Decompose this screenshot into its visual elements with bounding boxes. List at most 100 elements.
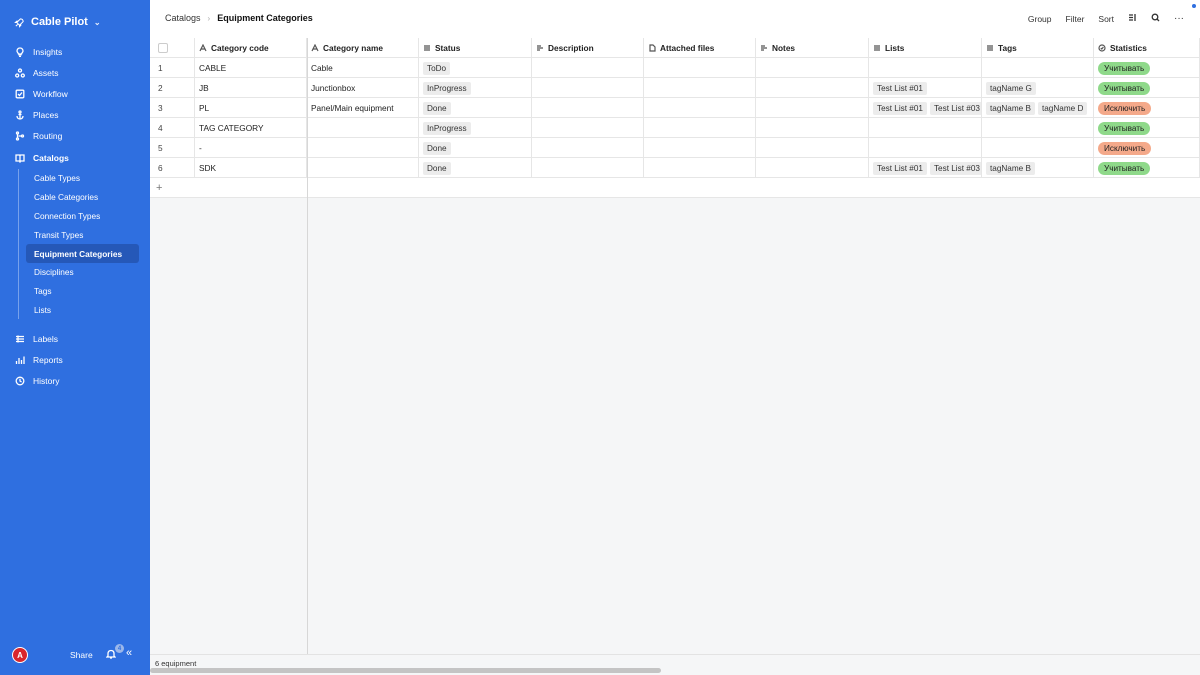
column-header-status[interactable]: Status xyxy=(419,38,532,58)
sidebar-item-history[interactable]: History xyxy=(0,370,150,391)
cell-notes[interactable] xyxy=(756,98,869,118)
cell-category-name[interactable]: Junctionbox xyxy=(307,78,419,98)
cell-status[interactable]: InProgress xyxy=(419,118,532,138)
frozen-column-divider xyxy=(307,38,308,675)
sidebar-subitem-cable-types[interactable]: Cable Types xyxy=(19,169,148,188)
cell-tags[interactable]: tagName BtagName D xyxy=(982,98,1094,118)
cell-notes[interactable] xyxy=(756,158,869,178)
column-header-category-code[interactable]: Category code xyxy=(195,38,307,58)
cell-notes[interactable] xyxy=(756,58,869,78)
status-chip: ToDo xyxy=(423,61,451,75)
cell-category-name[interactable]: Cable xyxy=(307,58,419,78)
cell-description[interactable] xyxy=(532,78,644,98)
cell-category-name[interactable]: Panel/Main equipment xyxy=(307,98,419,118)
cell-category-name[interactable] xyxy=(307,138,419,158)
sidebar-item-routing[interactable]: Routing xyxy=(0,126,150,147)
cell-status[interactable]: Done xyxy=(419,98,532,118)
sidebar-subitem-cable-categories[interactable]: Cable Categories xyxy=(19,188,148,207)
cell-lists[interactable] xyxy=(869,118,982,138)
column-header-category-name[interactable]: Category name xyxy=(307,38,419,58)
collapse-sidebar-icon[interactable]: « xyxy=(126,647,132,659)
sidebar-item-label: Routing xyxy=(33,131,63,142)
cell-description[interactable] xyxy=(532,118,644,138)
cell-category-code[interactable]: SDK xyxy=(195,158,307,178)
horizontal-scrollbar[interactable] xyxy=(150,668,661,673)
cell-attached-files[interactable] xyxy=(644,138,756,158)
cell-lists[interactable]: Test List #01 Test List #03 xyxy=(869,158,982,178)
cell-description[interactable] xyxy=(532,98,644,118)
breadcrumb-parent[interactable]: Catalogs xyxy=(165,13,201,23)
cell-lists[interactable] xyxy=(869,58,982,78)
group-button[interactable]: Group xyxy=(1028,14,1052,24)
column-header-notes[interactable]: Notes xyxy=(756,38,869,58)
cell-status[interactable]: ToDo xyxy=(419,58,532,78)
select-all-checkbox[interactable] xyxy=(158,43,168,53)
cell-category-code[interactable]: PL xyxy=(195,98,307,118)
cell-attached-files[interactable] xyxy=(644,118,756,138)
column-header-attached-files[interactable]: Attached files xyxy=(644,38,756,58)
cell-attached-files[interactable] xyxy=(644,158,756,178)
sort-button[interactable]: Sort xyxy=(1098,14,1114,24)
cell-status[interactable]: Done xyxy=(419,158,532,178)
cell-description[interactable] xyxy=(532,58,644,78)
add-row-button[interactable]: + xyxy=(150,178,307,198)
cell-tags[interactable] xyxy=(982,118,1094,138)
cell-status[interactable]: InProgress xyxy=(419,78,532,98)
cell-category-code[interactable]: TAG CATEGORY xyxy=(195,118,307,138)
sidebar-item-places[interactable]: Places xyxy=(0,105,150,126)
cell-lists[interactable]: Test List #01 Test List #03 xyxy=(869,98,982,118)
cell-attached-files[interactable] xyxy=(644,78,756,98)
filter-button[interactable]: Filter xyxy=(1066,14,1085,24)
cell-status[interactable]: Done xyxy=(419,138,532,158)
cell-tags[interactable]: tagName G xyxy=(982,78,1094,98)
sidebar-item-labels[interactable]: Labels xyxy=(0,328,150,349)
fields-icon[interactable] xyxy=(1128,13,1137,24)
sidebar-item-workflow[interactable]: Workflow xyxy=(0,83,150,104)
column-header-lists[interactable]: Lists xyxy=(869,38,982,58)
sidebar-item-assets[interactable]: Assets xyxy=(0,62,150,83)
cell-category-code[interactable]: JB xyxy=(195,78,307,98)
cell-statistics[interactable]: Исключить xyxy=(1094,138,1200,158)
column-header-tags[interactable]: Tags xyxy=(982,38,1094,58)
sidebar-subitem-transit-types[interactable]: Transit Types xyxy=(19,225,148,244)
column-header-label: Category name xyxy=(323,43,383,53)
search-icon[interactable] xyxy=(1151,13,1160,24)
avatar[interactable]: A xyxy=(12,647,28,663)
cell-notes[interactable] xyxy=(756,118,869,138)
cell-category-name[interactable] xyxy=(307,158,419,178)
sidebar-item-reports[interactable]: Reports xyxy=(0,349,150,370)
cell-description[interactable] xyxy=(532,138,644,158)
cell-lists[interactable]: Test List #01 xyxy=(869,78,982,98)
cell-attached-files[interactable] xyxy=(644,98,756,118)
column-header-statistics[interactable]: Statistics xyxy=(1094,38,1200,58)
cell-notes[interactable] xyxy=(756,138,869,158)
cell-category-name[interactable] xyxy=(307,118,419,138)
cell-statistics[interactable]: Учитывать xyxy=(1094,158,1200,178)
cell-attached-files[interactable] xyxy=(644,58,756,78)
cell-lists[interactable] xyxy=(869,138,982,158)
row-number: 4 xyxy=(150,118,195,138)
sidebar-subitem-equipment-categories[interactable]: Equipment Categories xyxy=(26,244,139,263)
sidebar-subitem-connection-types[interactable]: Connection Types xyxy=(19,207,148,226)
sidebar-subitem-tags[interactable]: Tags xyxy=(19,282,148,301)
share-button[interactable]: Share xyxy=(70,650,93,660)
cell-statistics[interactable]: Учитывать xyxy=(1094,58,1200,78)
sidebar-subitem-lists[interactable]: Lists xyxy=(19,301,148,320)
cell-notes[interactable] xyxy=(756,78,869,98)
cell-tags[interactable]: tagName B xyxy=(982,158,1094,178)
cell-category-code[interactable]: CABLE xyxy=(195,58,307,78)
workspace-switcher[interactable]: Cable Pilot ⌄ xyxy=(14,14,101,30)
sidebar-subitem-disciplines[interactable]: Disciplines xyxy=(19,263,148,282)
cell-statistics[interactable]: Исключить xyxy=(1094,98,1200,118)
sidebar-item-catalogs[interactable]: Catalogs xyxy=(0,147,150,168)
cell-tags[interactable] xyxy=(982,138,1094,158)
cell-category-code[interactable]: - xyxy=(195,138,307,158)
sidebar-item-insights[interactable]: Insights xyxy=(0,41,150,62)
cell-tags[interactable] xyxy=(982,58,1094,78)
more-icon[interactable]: ··· xyxy=(1174,13,1184,24)
data-grid: Category code Category name Status Descript… xyxy=(150,38,1200,675)
cell-statistics[interactable]: Учитывать xyxy=(1094,78,1200,98)
cell-description[interactable] xyxy=(532,158,644,178)
column-header-description[interactable]: Description xyxy=(532,38,644,58)
cell-statistics[interactable]: Учитывать xyxy=(1094,118,1200,138)
